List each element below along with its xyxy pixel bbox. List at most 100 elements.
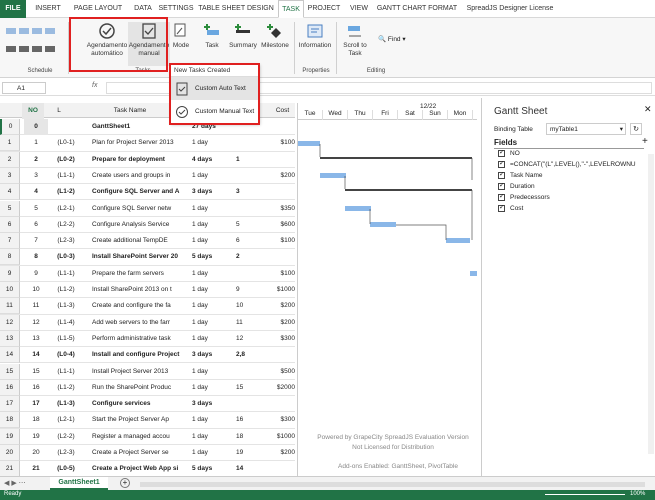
cell-taskname[interactable]: Create a Project Server se	[92, 445, 187, 461]
table-row[interactable]: 11 11 (L1-3) Create and configure the fa 1 d…	[0, 298, 295, 315]
cell-no[interactable]: 1	[24, 135, 48, 151]
cell-predecessors[interactable]: 12	[236, 331, 266, 347]
table-row[interactable]: 20 20 (L2-3) Create a Project Server se 1 da…	[0, 445, 295, 462]
cell-taskname[interactable]: Prepare the farm servers	[92, 266, 187, 282]
cell-taskname[interactable]: Configure SQL Server and A	[92, 184, 187, 200]
cell-no[interactable]: 21	[24, 461, 48, 476]
cell-taskname[interactable]: Configure services	[92, 396, 187, 412]
cell-taskname[interactable]: Create and configure the fa	[92, 298, 187, 314]
table-row[interactable]: 9 9 (L1-1) Prepare the farm servers 1 day $10…	[0, 265, 295, 282]
cell-cost[interactable]: $1000	[268, 282, 295, 298]
checkbox[interactable]	[498, 172, 505, 179]
checkbox[interactable]	[498, 194, 505, 201]
cell-no[interactable]: 18	[24, 412, 48, 428]
gantt-bar-row7[interactable]	[446, 238, 470, 243]
cell-level[interactable]: (L0-4)	[52, 347, 80, 363]
cell-no[interactable]: 10	[24, 282, 48, 298]
milestone-button[interactable]: Milestone	[260, 22, 290, 50]
cell-predecessors[interactable]: 15	[236, 380, 266, 396]
cell-taskname[interactable]: Prepare for deployment	[92, 152, 187, 168]
tab-insert[interactable]: INSERT	[30, 0, 66, 18]
cell-predecessors[interactable]	[236, 135, 266, 151]
cell-cost[interactable]: $200	[268, 445, 295, 461]
tab-data[interactable]: DATA	[130, 0, 156, 18]
cell-taskname[interactable]: Configure SQL Server netw	[92, 201, 187, 217]
row-number[interactable]: 9	[0, 265, 20, 282]
table-row[interactable]: 2 2 (L0-2) Prepare for deployment 4 days 1	[0, 151, 295, 168]
cell-no[interactable]: 19	[24, 429, 48, 445]
cell-predecessors[interactable]: 2,8	[236, 347, 266, 363]
field-item[interactable]: Predecessors	[498, 194, 648, 205]
table-row[interactable]: 18 18 (L2-1) Start the Project Server Ap 1 d…	[0, 412, 295, 429]
cell-level[interactable]: (L1-2)	[52, 380, 80, 396]
binding-table-select[interactable]: myTable1 ▾	[546, 123, 626, 135]
table-row[interactable]: 4 4 (L1-2) Configure SQL Server and A3 days…	[0, 184, 295, 201]
cell-no[interactable]: 7	[24, 233, 48, 249]
cell-level[interactable]: (L1-1)	[52, 266, 80, 282]
panel-scrollbar[interactable]	[648, 154, 654, 454]
cell-taskname[interactable]: Install and configure Project	[92, 347, 187, 363]
row-number[interactable]: 7	[0, 233, 20, 250]
cell-no[interactable]: 6	[24, 217, 48, 233]
cell-cost[interactable]: $200	[268, 168, 295, 184]
row-number[interactable]: 3	[0, 167, 20, 184]
cell-predecessors[interactable]: 9	[236, 282, 266, 298]
cell-cost[interactable]: $200	[268, 315, 295, 331]
table-row[interactable]: 1 1 (L0-1) Plan for Project Server 2013 1 da…	[0, 135, 295, 152]
cell-duration[interactable]: 1 day	[192, 135, 232, 151]
gantt-summary-row4[interactable]	[345, 189, 472, 191]
cell-duration[interactable]: 5 days	[192, 461, 232, 476]
gantt-bar-row9[interactable]	[470, 271, 477, 276]
cell-no[interactable]: 0	[24, 119, 48, 135]
field-item[interactable]: Task Name	[498, 172, 648, 183]
checkbox[interactable]	[498, 150, 505, 157]
cell-duration[interactable]: 1 day	[192, 168, 232, 184]
table-row[interactable]: 15 15 (L1-1) Install Project Server 2013 1 d…	[0, 363, 295, 380]
row-number[interactable]: 0	[0, 119, 20, 135]
cell-level[interactable]: (L1-1)	[52, 168, 80, 184]
row-number[interactable]: 12	[0, 314, 20, 331]
cell-cost[interactable]: $2000	[268, 380, 295, 396]
cell-duration[interactable]: 3 days	[192, 347, 232, 363]
cell-duration[interactable]: 1 day	[192, 429, 232, 445]
cell-cost[interactable]: $500	[268, 364, 295, 380]
table-row[interactable]: 19 19 (L2-2) Register a managed accou 1 day 1…	[0, 428, 295, 445]
table-row[interactable]: 21 21 (L0-5) Create a Project Web App si 5 d…	[0, 461, 295, 476]
cell-duration[interactable]: 3 days	[192, 184, 232, 200]
row-number[interactable]: 15	[0, 363, 20, 380]
cell-duration[interactable]: 4 days	[192, 152, 232, 168]
cell-cost[interactable]	[268, 119, 295, 135]
cell-taskname[interactable]: Install SharePoint 2013 on t	[92, 282, 187, 298]
cell-predecessors[interactable]: 10	[236, 298, 266, 314]
cell-level[interactable]: (L0-1)	[52, 135, 80, 151]
cell-predecessors[interactable]	[236, 201, 266, 217]
cell-cost[interactable]: $300	[268, 331, 295, 347]
cell-predecessors[interactable]	[236, 364, 266, 380]
row-number[interactable]: 17	[0, 396, 20, 413]
row-number[interactable]: 18	[0, 412, 20, 429]
cell-predecessors[interactable]: 6	[236, 233, 266, 249]
cell-duration[interactable]: 1 day	[192, 298, 232, 314]
cell-cost[interactable]: $100	[268, 266, 295, 282]
cell-taskname[interactable]: Perform administrative task	[92, 331, 187, 347]
cell-level[interactable]: (L2-2)	[52, 217, 80, 233]
gantt-bar-row3[interactable]	[320, 173, 346, 178]
cell-duration[interactable]: 1 day	[192, 412, 232, 428]
tab-project[interactable]: PROJECT	[306, 0, 342, 18]
cell-cost[interactable]: $200	[268, 298, 295, 314]
cell-level[interactable]: (L2-1)	[52, 201, 80, 217]
cell-level[interactable]: (L2-3)	[52, 233, 80, 249]
field-item[interactable]: =CONCAT("(L",LEVEL(),"-",LEVELROWNU	[498, 161, 648, 172]
cell-taskname[interactable]: Plan for Project Server 2013	[92, 135, 187, 151]
tab-file[interactable]: FILE	[0, 0, 26, 18]
cell-taskname[interactable]: Create a Project Web App si	[92, 461, 187, 476]
checkbox[interactable]	[498, 183, 505, 190]
cell-level[interactable]	[52, 119, 80, 135]
sheet-nav-icons[interactable]: ◀ ▶ ⋯	[4, 479, 26, 487]
row-number[interactable]: 8	[0, 249, 20, 266]
cell-duration[interactable]: 1 day	[192, 331, 232, 347]
cell-cost[interactable]: $100	[268, 233, 295, 249]
row-number[interactable]: 1	[0, 135, 20, 152]
tab-task[interactable]: TASK	[278, 0, 304, 18]
summary-button[interactable]: Summary	[228, 22, 258, 50]
